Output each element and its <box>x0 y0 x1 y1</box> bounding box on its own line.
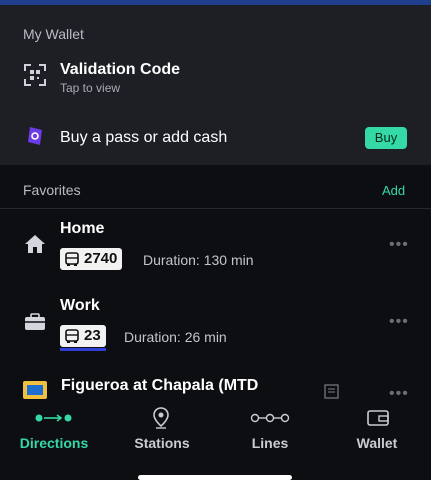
bottom-tab-bar: Directions Stations Lines Wallet <box>0 400 431 480</box>
favorite-name: Figueroa at Chapala (MTD <box>61 377 259 394</box>
route-number: 23 <box>84 327 101 344</box>
location-pin-icon <box>153 407 169 429</box>
directions-icon <box>35 414 72 422</box>
schedule-icon <box>324 384 339 399</box>
tab-lines[interactable]: Lines <box>216 400 324 470</box>
favorites-label: Favorites <box>23 182 81 198</box>
tab-label: Lines <box>251 435 289 451</box>
qr-code-icon <box>24 64 46 86</box>
buy-pass-title: Buy a pass or add cash <box>60 129 228 146</box>
bus-icon <box>65 252 79 266</box>
more-options-icon[interactable]: ••• <box>389 313 409 331</box>
add-favorite-button[interactable]: Add <box>382 183 405 198</box>
ticket-icon <box>28 127 42 145</box>
tab-label: Directions <box>19 435 89 451</box>
route-badge: 23 <box>60 325 106 351</box>
validation-code-subtitle: Tap to view <box>60 81 121 95</box>
tab-wallet[interactable]: Wallet <box>323 400 431 470</box>
home-indicator <box>138 475 292 480</box>
tab-stations[interactable]: Stations <box>108 400 216 470</box>
home-icon <box>25 235 45 253</box>
my-wallet-label: My Wallet <box>23 26 84 42</box>
validation-code-title: Validation Code <box>60 61 181 78</box>
bus-icon <box>65 329 79 343</box>
tab-label: Wallet <box>356 435 398 451</box>
bus-stop-icon <box>23 381 47 399</box>
duration-text: Duration: 130 min <box>143 252 254 268</box>
wallet-icon <box>367 410 389 426</box>
route-color-bar <box>60 348 106 351</box>
briefcase-icon <box>25 313 45 330</box>
divider <box>0 208 431 209</box>
tab-directions[interactable]: Directions <box>0 400 108 470</box>
buy-button[interactable]: Buy <box>365 127 407 149</box>
route-number: 2740 <box>84 250 118 267</box>
favorite-name: Work <box>60 297 100 314</box>
favorite-name: Home <box>60 220 105 237</box>
tab-label: Stations <box>134 435 190 451</box>
route-badge: 2740 <box>60 248 123 270</box>
more-options-icon[interactable]: ••• <box>389 236 409 254</box>
lines-icon <box>250 413 290 423</box>
duration-text: Duration: 26 min <box>124 329 227 345</box>
